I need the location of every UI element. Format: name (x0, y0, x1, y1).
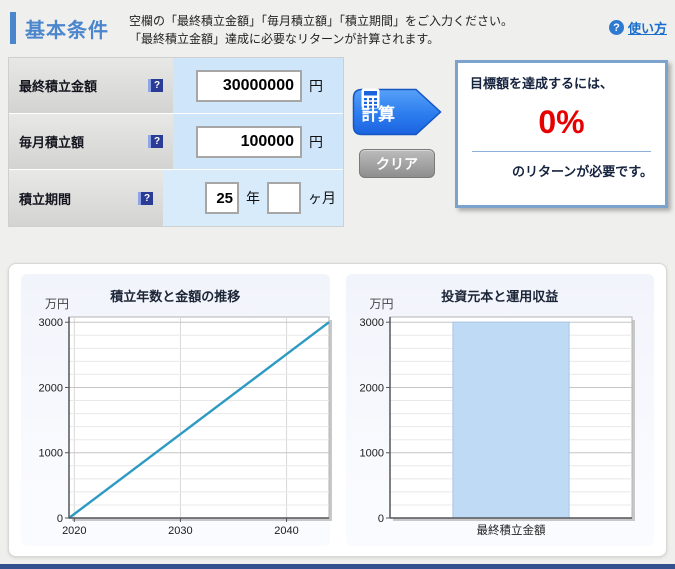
clear-button[interactable]: クリア (359, 149, 435, 178)
monthly-amount-label-cell: 毎月積立額 ? (9, 114, 173, 169)
charts-panel: 万円 積立年数と金額の推移 0 1000 2000 3000 2020 2030 2040 … (8, 263, 667, 557)
help-tooltip-icon[interactable]: ? (138, 191, 153, 205)
instructions: 空欄の「最終積立金額」「毎月積立額」「積立期間」をご入力ください。 「最終積立金… (129, 12, 569, 48)
result-text-bottom: のリターンが必要です。 (511, 164, 653, 179)
svg-text:3000: 3000 (39, 317, 63, 329)
help-link-label: 使い方 (627, 21, 667, 36)
instruction-line-2: 「最終積立金額」達成に必要なリターンが計算されます。 (129, 32, 440, 46)
svg-text:1000: 1000 (39, 448, 63, 460)
period-value-cell: 年 ヶ月 (163, 170, 343, 226)
buttons-column: 計算 クリア (352, 88, 447, 178)
svg-text:2000: 2000 (359, 382, 383, 394)
help-link[interactable]: ? 使い方 (608, 18, 667, 37)
bar-chart-card: 万円 投資元本と運用収益 最終積立金額 0 1000 2000 3000 (345, 274, 654, 546)
svg-text:0: 0 (57, 513, 63, 525)
next-section-top-edge (0, 564, 675, 569)
result-return-value: 0% (538, 104, 585, 140)
period-label-cell: 積立期間 ? (9, 170, 163, 226)
final-amount-value-cell: 円 (173, 58, 343, 113)
final-amount-label: 最終積立金額 (19, 79, 98, 94)
result-panel: 目標額を達成するには、 0% のリターンが必要です。 (455, 60, 668, 208)
svg-text:最終積立金額: 最終積立金額 (476, 523, 545, 537)
line-chart-svg: 0 1000 2000 3000 2020 2030 2040 (39, 316, 332, 537)
instruction-line-1: 空欄の「最終積立金額」「毎月積立額」「積立期間」をご入力ください。 (129, 14, 514, 28)
result-divider (472, 151, 651, 152)
svg-text:2040: 2040 (274, 525, 298, 537)
bar-chart-title: 投資元本と運用収益 (441, 289, 559, 304)
calculator-icon (361, 88, 380, 109)
period-months-input[interactable] (267, 182, 301, 214)
header: 基本条件 空欄の「最終積立金額」「毎月積立額」「積立期間」をご入力ください。 「… (10, 8, 667, 48)
form-row-period: 積立期間 ? 年 ヶ月 (9, 170, 343, 226)
period-months-unit: ヶ月 (308, 190, 336, 206)
form-row-final-amount: 最終積立金額 ? 円 (9, 58, 343, 114)
period-years-unit: 年 (246, 190, 260, 206)
svg-text:0: 0 (377, 513, 383, 525)
monthly-amount-input[interactable] (196, 125, 302, 158)
final-amount-input[interactable] (196, 69, 302, 102)
input-form: 最終積立金額 ? 円 毎月積立額 ? 円 積立期間 ? 年 ヶ月 (8, 57, 344, 227)
line-chart-card: 万円 積立年数と金額の推移 0 1000 2000 3000 2020 2030 2040 (21, 274, 332, 546)
result-text-top: 目標額を達成するには、 (470, 76, 614, 91)
calculate-button-content: 計算 (361, 88, 395, 136)
monthly-amount-label: 毎月積立額 (19, 135, 85, 150)
svg-text:3000: 3000 (359, 317, 383, 329)
form-row-monthly-amount: 毎月積立額 ? 円 (9, 114, 343, 170)
monthly-amount-unit: 円 (309, 133, 323, 150)
question-circle-icon: ? (608, 20, 624, 35)
period-years-input[interactable] (205, 182, 239, 214)
bar-chart-svg: 最終積立金額 0 1000 2000 3000 (359, 316, 635, 537)
help-tooltip-icon[interactable]: ? (148, 135, 163, 148)
calculate-button[interactable]: 計算 (352, 88, 442, 136)
monthly-amount-value-cell: 円 (173, 114, 343, 169)
final-amount-label-cell: 最終積立金額 ? (9, 58, 173, 113)
period-label: 積立期間 (19, 191, 72, 207)
page-title: 基本条件 (10, 12, 109, 44)
svg-text:2020: 2020 (62, 525, 86, 537)
final-amount-unit: 円 (309, 77, 323, 94)
svg-text:2030: 2030 (168, 525, 192, 537)
svg-text:2000: 2000 (39, 382, 63, 394)
line-chart-title: 積立年数と金額の推移 (110, 289, 241, 304)
help-tooltip-icon[interactable]: ? (148, 79, 163, 92)
svg-text:1000: 1000 (359, 448, 383, 460)
